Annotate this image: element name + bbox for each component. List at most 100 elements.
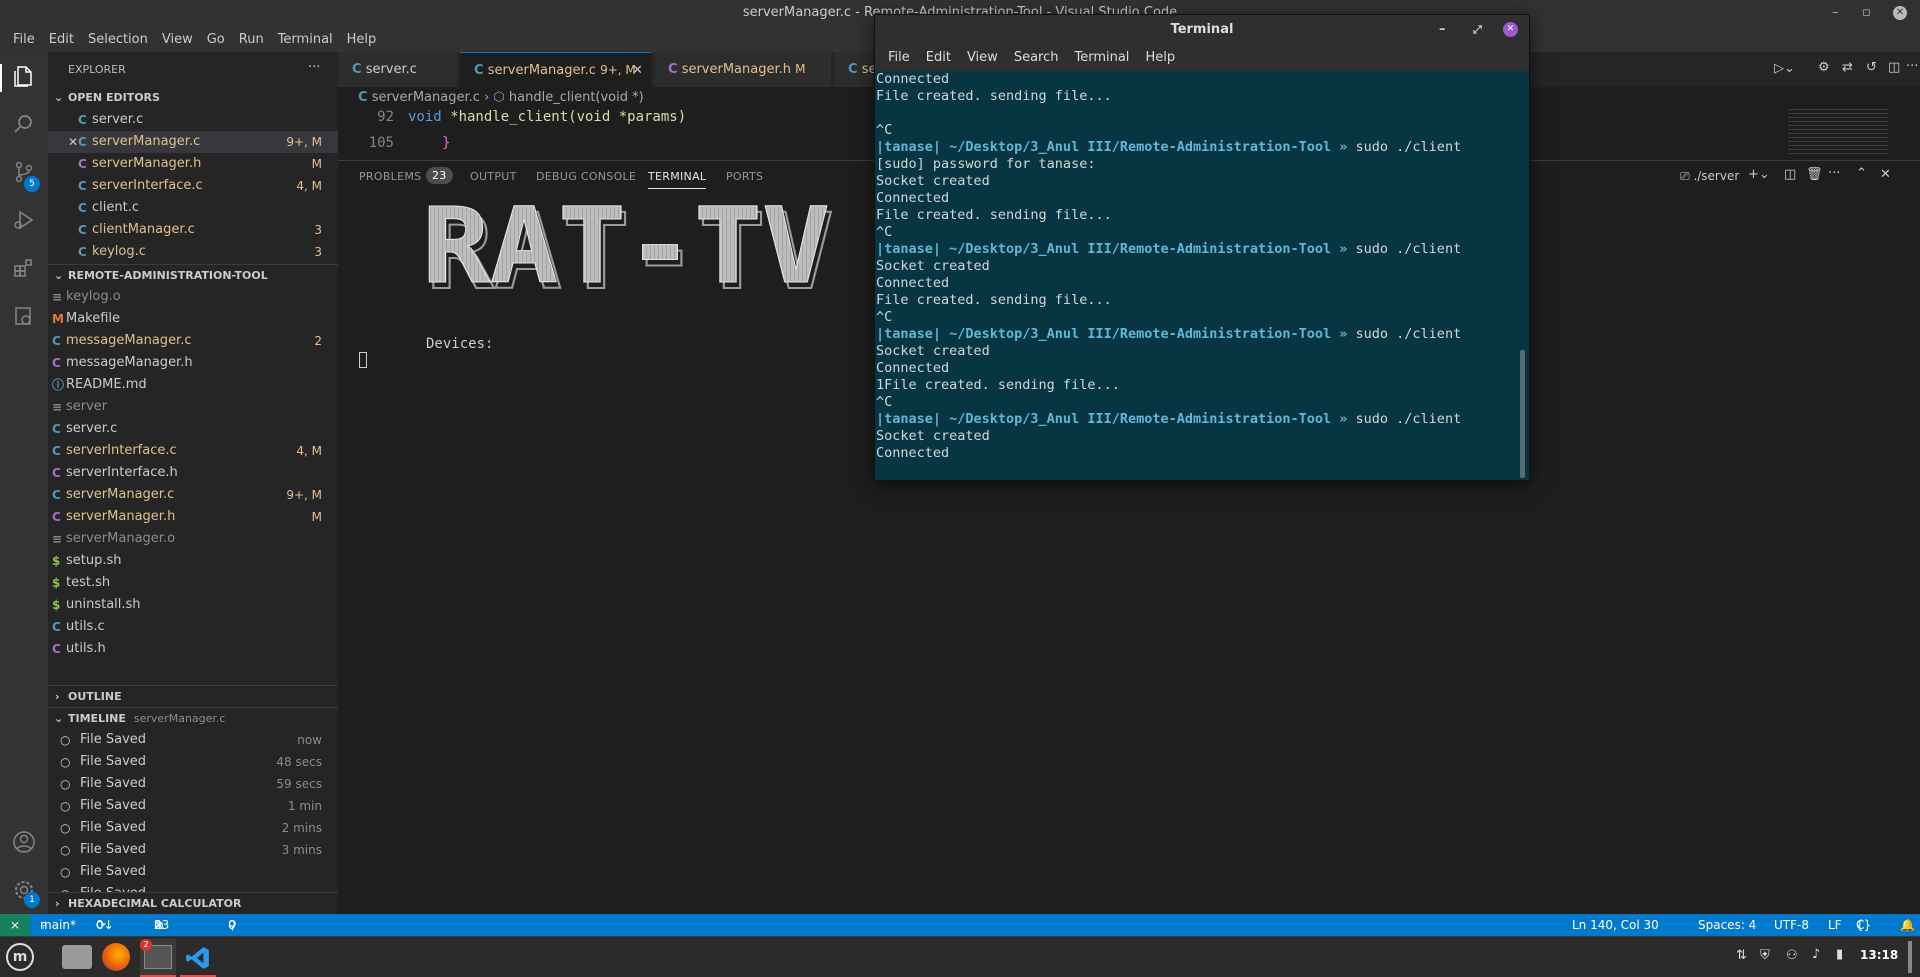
open-editor-item[interactable]: Ckeylog.c 3	[48, 241, 338, 263]
more-actions-icon[interactable]: ···	[308, 52, 320, 87]
terminal-output[interactable]: Connected File created. sending file... ^C…	[875, 71, 1529, 480]
terminal-menu-search[interactable]: Search	[1006, 50, 1067, 65]
file-tree-item[interactable]: CmessageManager.h	[48, 352, 338, 374]
timeline-item[interactable]: ○ File Saved 48 secs	[48, 751, 338, 773]
extensions-icon[interactable]	[12, 256, 36, 280]
timeline-item[interactable]: ○ File Saved	[48, 861, 338, 883]
file-tree-item[interactable]: Cserver.c	[48, 418, 338, 440]
vscode-taskbar-item[interactable]	[180, 939, 216, 977]
open-editors-header[interactable]: ⌄ OPEN EDITORS	[48, 87, 338, 109]
new-terminal-icon[interactable]: +⌄	[1748, 167, 1770, 182]
outline-header[interactable]: › OUTLINE	[48, 685, 338, 707]
file-manager-icon[interactable]	[62, 945, 92, 969]
run-debug-icon[interactable]	[12, 208, 36, 232]
terminal-menu-view[interactable]: View	[959, 50, 1006, 65]
timeline-item[interactable]: ○ File Saved 1 min	[48, 795, 338, 817]
firefox-icon[interactable]	[102, 943, 130, 971]
indentation[interactable]: Spaces: 4	[1698, 914, 1756, 936]
open-editor-item[interactable]: CserverManager.h M	[48, 153, 338, 175]
terminal-taskbar-item[interactable]: 2	[140, 939, 176, 977]
close-tab-icon[interactable]: ✕	[632, 53, 643, 88]
file-tree-item[interactable]: ≡ serverManager.o	[48, 528, 338, 550]
open-editor-item[interactable]: Cserver.c	[48, 109, 338, 131]
minimap[interactable]	[1788, 109, 1888, 157]
hex-calculator-header[interactable]: › HEXADECIMAL CALCULATOR	[48, 892, 338, 914]
tab-output[interactable]: OUTPUT	[470, 170, 517, 183]
search-icon[interactable]	[12, 112, 36, 136]
minimize-icon[interactable]: –	[1439, 15, 1446, 44]
maximize-panel-icon[interactable]: ⌃	[1856, 166, 1867, 181]
terminal-menu-file[interactable]: File	[880, 50, 918, 65]
explorer-icon[interactable]	[12, 64, 36, 88]
tab-terminal[interactable]: TERMINAL	[648, 170, 707, 189]
close-icon[interactable]: ✕	[1503, 22, 1518, 37]
open-editor-item[interactable]: CserverInterface.c 4, M	[48, 175, 338, 197]
menu-go[interactable]: Go	[200, 32, 232, 47]
timeline-header[interactable]: ⌄ TIMELINE serverManager.c	[48, 707, 338, 729]
close-panel-icon[interactable]: ✕	[1880, 167, 1891, 182]
timeline-item[interactable]: ○ File Saved 59 secs	[48, 773, 338, 795]
run-icon[interactable]: ▷⌄	[1774, 61, 1795, 76]
open-editor-item[interactable]: ✕ CserverManager.c 9+, M	[48, 131, 338, 153]
split-editor-icon[interactable]: ◫	[1888, 60, 1900, 75]
tab-serverinterface[interactable]: C se	[834, 52, 876, 87]
file-tree-item[interactable]: CmessageManager.c 2	[48, 330, 338, 352]
open-editor-item[interactable]: Cclient.c	[48, 197, 338, 219]
account-icon[interactable]	[12, 830, 36, 854]
more-icon[interactable]: ···	[1906, 59, 1918, 74]
trash-icon[interactable]: 🗑	[1806, 167, 1823, 182]
file-tree-item[interactable]: CserverManager.h M	[48, 506, 338, 528]
menu-view[interactable]: View	[155, 32, 200, 47]
timeline-item[interactable]: ○ File Saved 3 mins	[48, 839, 338, 861]
tab-problems[interactable]: PROBLEMS	[359, 170, 421, 183]
file-tree-item[interactable]: $ setup.sh	[48, 550, 338, 572]
terminal-menu-terminal[interactable]: Terminal	[1066, 50, 1137, 65]
terminal-menu-help[interactable]: Help	[1137, 50, 1183, 65]
tab-server-c[interactable]: C server.c	[338, 52, 458, 87]
history-icon[interactable]: ↺	[1866, 60, 1877, 75]
mint-menu-icon[interactable]: m	[6, 943, 34, 971]
breadcrumb-file[interactable]: serverManager.c	[372, 90, 480, 105]
tab-debug-console[interactable]: DEBUG CONSOLE	[536, 170, 636, 183]
timeline-item[interactable]: ○ File Saved now	[48, 729, 338, 751]
line-ending[interactable]: LF	[1828, 914, 1842, 936]
show-desktop-button[interactable]	[1908, 941, 1912, 973]
file-tree-item[interactable]: ≡ server	[48, 396, 338, 418]
tray-network-icon[interactable]: ⇅	[1736, 948, 1747, 963]
maximize-icon[interactable]: ▫	[1862, 0, 1871, 26]
timeline-item[interactable]: ○ File Saved 2 mins	[48, 817, 338, 839]
terminal-menu-edit[interactable]: Edit	[918, 50, 959, 65]
terminal-window[interactable]: Terminal – ⤢ ✕ File Edit View Search Ter…	[874, 14, 1530, 481]
volume-icon[interactable]: ♪	[1812, 947, 1820, 962]
breadcrumb-symbol[interactable]: handle_client(void *)	[509, 90, 644, 105]
more-icon[interactable]: ···	[1828, 166, 1840, 181]
file-tree-item[interactable]: Cutils.c	[48, 616, 338, 638]
settings-icon[interactable]: ⚙	[1818, 60, 1830, 75]
menu-terminal[interactable]: Terminal	[271, 32, 340, 47]
minimize-icon[interactable]: –	[1832, 0, 1839, 26]
menu-edit[interactable]: Edit	[42, 32, 81, 47]
menu-selection[interactable]: Selection	[81, 32, 155, 47]
encoding[interactable]: UTF-8	[1774, 914, 1809, 936]
close-icon[interactable]: ✕	[1893, 6, 1907, 20]
tab-servermanager-h[interactable]: C serverManager.h M	[654, 52, 832, 87]
cursor-position[interactable]: Ln 140, Col 30	[1572, 914, 1659, 936]
terminal-scrollbar[interactable]	[1520, 350, 1525, 478]
compare-icon[interactable]: ⇄	[1842, 60, 1853, 75]
file-tree-item[interactable]: CserverInterface.h	[48, 462, 338, 484]
file-tree-item[interactable]: Cutils.h	[48, 638, 338, 660]
file-tree-item[interactable]: $ uninstall.sh	[48, 594, 338, 616]
tab-servermanager-c[interactable]: C serverManager.c 9+, M ✕	[460, 52, 652, 87]
remote-indicator-icon[interactable]: ⨯	[0, 914, 30, 936]
tray-wifi-icon[interactable]: ⚇	[1786, 948, 1798, 963]
terminal-shell-selector[interactable]: ⎚ ./server	[1680, 169, 1739, 184]
menu-help[interactable]: Help	[340, 32, 384, 47]
file-tree-item[interactable]: ≡ keylog.o	[48, 286, 338, 308]
menu-run[interactable]: Run	[232, 32, 271, 47]
menu-file[interactable]: File	[6, 32, 42, 47]
remote-explorer-icon[interactable]	[12, 304, 36, 328]
notifications-icon[interactable]: 🔔	[1900, 914, 1915, 936]
folder-header[interactable]: ⌄ REMOTE-ADMINISTRATION-TOOL	[48, 264, 338, 286]
file-tree-item[interactable]: M Makefile	[48, 308, 338, 330]
open-editor-item[interactable]: CclientManager.c 3	[48, 219, 338, 241]
